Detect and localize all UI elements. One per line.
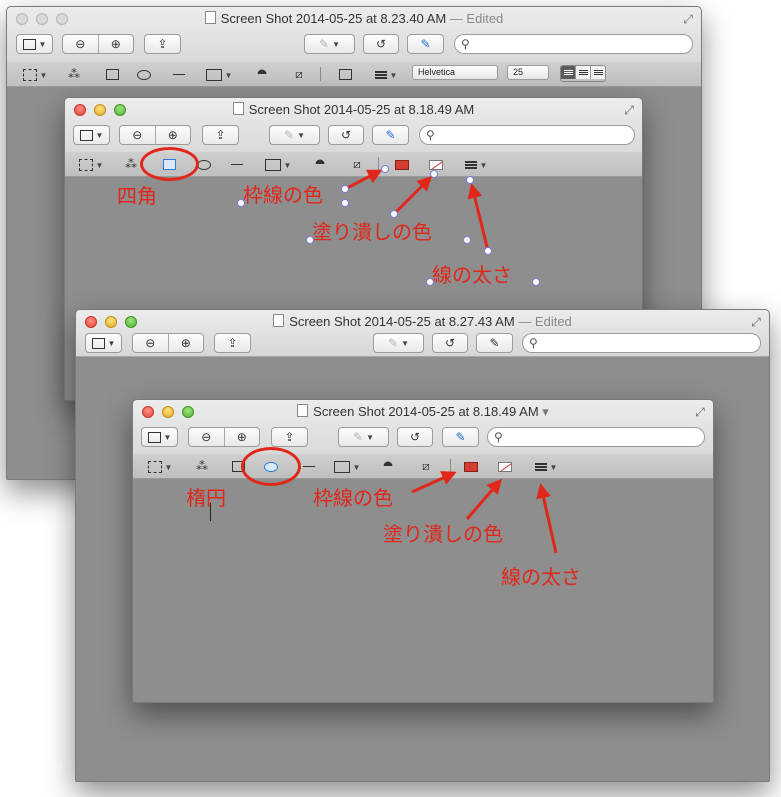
arrow-line-width-a [466,176,492,255]
arrow-line-width-c [536,483,558,554]
arrow-fill-color-c [465,478,502,520]
arrow-fill-color-a [390,170,438,218]
label-handles-a [237,199,540,286]
arrow-border-color-c [411,471,457,494]
arrow-border-color-a [341,165,389,193]
annotation-arrows [237,165,558,554]
